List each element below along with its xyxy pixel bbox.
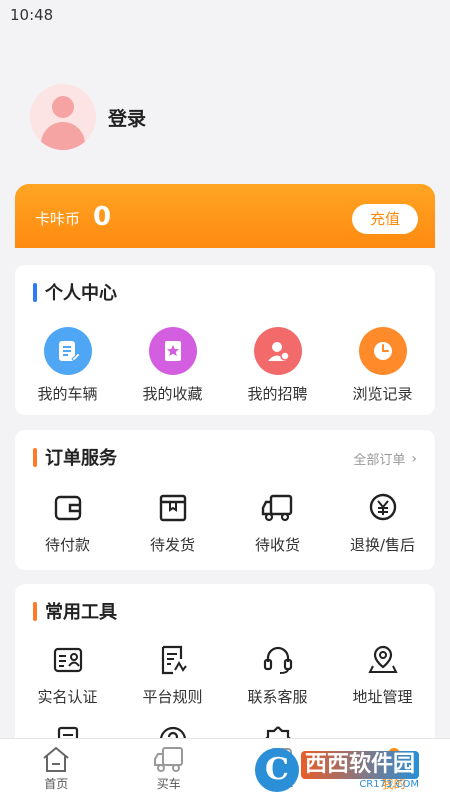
watermark-text: 西西软件园 xyxy=(301,750,420,779)
section-title: 个人中心 xyxy=(45,283,117,304)
avatar[interactable] xyxy=(30,84,96,150)
my-recruitment-button[interactable]: 我的招聘 xyxy=(225,327,330,404)
item-label: 平台规则 xyxy=(142,688,203,706)
section-accent-bar xyxy=(33,447,37,467)
platform-rules-button[interactable]: 平台规则 xyxy=(120,642,225,707)
item-label: 待收货 xyxy=(254,536,300,554)
coin-value: 0 xyxy=(93,202,112,232)
real-name-auth-button[interactable]: 实名认证 xyxy=(15,642,120,707)
section-accent-bar xyxy=(33,282,37,302)
favorite-star-icon xyxy=(148,327,197,375)
personal-center-title: 个人中心 xyxy=(33,281,117,304)
vehicle-doc-icon xyxy=(43,327,92,375)
pending-shipment-button[interactable]: 待发货 xyxy=(120,490,225,555)
order-services-card: 订单服务 全部订单 › 待付款 待发货 待收货 退换/售后 xyxy=(15,430,435,570)
contact-support-button[interactable]: 联系客服 xyxy=(225,642,330,707)
watermark-letter: C xyxy=(255,748,299,792)
tab-buy-car[interactable]: 买车 xyxy=(113,739,226,800)
tab-label: 买车 xyxy=(156,777,181,791)
common-tools-title: 常用工具 xyxy=(33,600,117,623)
home-icon xyxy=(43,746,69,772)
my-favorites-button[interactable]: 我的收藏 xyxy=(120,327,225,404)
headset-icon xyxy=(260,642,296,678)
section-title: 常用工具 xyxy=(45,602,117,623)
wallet-icon xyxy=(50,490,86,526)
status-time: 10:48 xyxy=(10,6,54,24)
item-label: 实名认证 xyxy=(37,688,98,706)
recruit-person-icon xyxy=(253,327,302,375)
status-bar: 10:48 xyxy=(0,0,450,30)
all-orders-link[interactable]: 全部订单 › xyxy=(353,449,417,469)
all-orders-label: 全部订单 xyxy=(353,453,406,468)
tab-label: 首页 xyxy=(44,777,69,791)
item-label: 联系客服 xyxy=(247,688,308,706)
coin-card: 卡咔币 0 充值 xyxy=(15,184,435,248)
chevron-right-icon: › xyxy=(411,450,417,467)
login-link[interactable]: 登录 xyxy=(108,104,146,131)
id-card-icon xyxy=(50,642,86,678)
item-label: 我的收藏 xyxy=(142,385,203,403)
watermark-logo: C 西西软件园 CR173.COM xyxy=(255,744,433,796)
pending-payment-button[interactable]: 待付款 xyxy=(15,490,120,555)
truck-icon xyxy=(260,490,296,526)
item-label: 退换/售后 xyxy=(349,536,416,554)
tab-home[interactable]: 首页 xyxy=(0,739,113,800)
section-title: 订单服务 xyxy=(45,448,117,469)
item-label: 待发货 xyxy=(149,536,195,554)
section-accent-bar xyxy=(33,601,37,621)
profile-header[interactable]: 登录 xyxy=(30,82,146,152)
clock-history-icon xyxy=(358,327,407,375)
location-pin-icon xyxy=(365,642,401,678)
item-label: 浏览记录 xyxy=(352,385,413,403)
address-management-button[interactable]: 地址管理 xyxy=(330,642,435,707)
item-label: 我的车辆 xyxy=(37,385,98,403)
browse-history-button[interactable]: 浏览记录 xyxy=(330,327,435,404)
watermark-subtext: CR173.COM xyxy=(359,778,420,790)
my-vehicles-button[interactable]: 我的车辆 xyxy=(15,327,120,404)
personal-center-card: 个人中心 我的车辆 我的收藏 我的招聘 浏览记录 xyxy=(15,265,435,415)
yen-refund-icon xyxy=(365,490,401,526)
coin-label: 卡咔币 xyxy=(35,210,81,228)
rules-doc-icon xyxy=(155,642,191,678)
order-services-title: 订单服务 xyxy=(33,446,117,469)
package-icon xyxy=(155,490,191,526)
pending-receipt-button[interactable]: 待收货 xyxy=(225,490,330,555)
item-label: 我的招聘 xyxy=(247,385,308,403)
item-label: 待付款 xyxy=(44,536,90,554)
item-label: 地址管理 xyxy=(352,688,413,706)
returns-after-sales-button[interactable]: 退换/售后 xyxy=(330,490,435,555)
truck-buy-icon xyxy=(153,747,183,772)
recharge-button[interactable]: 充值 xyxy=(352,204,418,234)
